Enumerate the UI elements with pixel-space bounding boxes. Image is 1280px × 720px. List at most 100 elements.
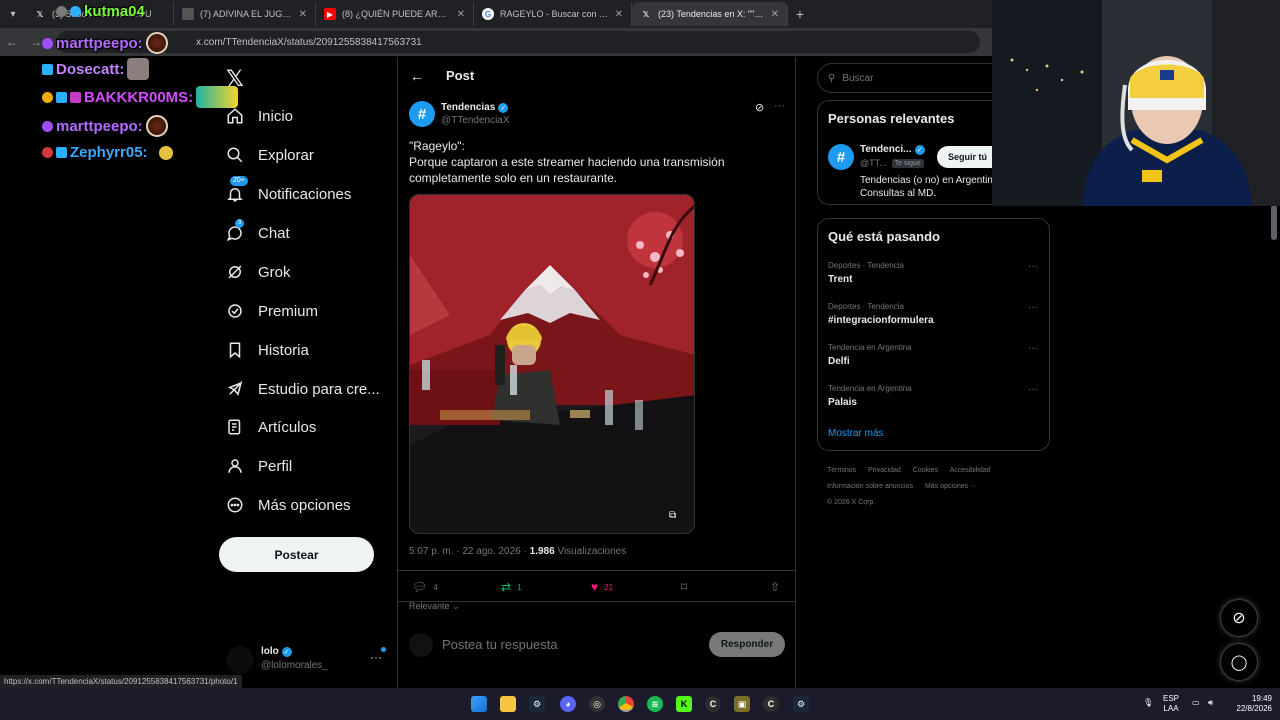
footer-link[interactable]: Privacidad [868,467,901,474]
search-icon [226,146,244,164]
bookmark-icon [226,341,244,359]
more-circle-icon [226,496,244,514]
steam-icon[interactable]: ⚙ [529,696,545,712]
show-more-link[interactable]: Mostrar más [828,428,884,439]
sidebar-item-articulos[interactable]: Artículos [226,418,316,436]
more-icon[interactable]: ··· [774,100,785,112]
trend-item[interactable]: Tendencia en Argentina Delfi ··· [828,343,1038,367]
footer-link[interactable]: Accesibilidad [950,467,991,474]
kick-icon[interactable]: K [676,696,692,712]
tab-search-dropdown[interactable]: ▾ [0,0,26,28]
bell-icon: 20+ [226,176,248,203]
sidebar-item-estudio[interactable]: Estudio para cre... [226,380,380,398]
more-icon[interactable]: ··· [370,650,382,664]
account-switcher[interactable]: lolo ✓ @lolomorales_ ··· [226,642,386,678]
close-icon[interactable]: ✕ [771,9,779,20]
relevant-person-name-text: Tendenci... [860,144,912,155]
ccleaner-icon[interactable]: C [705,696,721,712]
reply-button[interactable]: Responder [709,632,785,657]
verified-icon: ✓ [281,647,292,657]
sidebar-item-premium[interactable]: Premium [226,302,318,320]
sidebar-item-notificaciones[interactable]: 20+ Notificaciones [226,176,351,203]
footer-link[interactable]: Términos [827,467,856,474]
discord-icon[interactable]: ◕ [560,696,576,712]
sidebar-item-chat[interactable]: 3 Chat [226,219,290,242]
sidebar-item-mas-opciones[interactable]: Más opciones [226,496,351,514]
volume-icon[interactable]: 🔊︎ [1208,698,1213,708]
footer-link[interactable]: Más opciones ··· [925,483,977,490]
chat-username: BAKKKR00MS: [84,88,194,106]
close-icon[interactable]: ✕ [299,9,307,20]
sidebar-item-historia[interactable]: Historia [226,341,309,359]
close-icon[interactable]: ✕ [457,9,465,20]
author-handle[interactable]: @TTendenciaX [441,115,510,126]
trend-item[interactable]: Deportes · Tendencia Trent ··· [828,261,1038,285]
ccleaner-icon[interactable]: C [763,696,779,712]
chat-username: Dosecatt: [56,60,125,78]
relevant-person-name[interactable]: Tendenci... ✓ [860,144,925,155]
repost-action[interactable]: ⇄ 1 [501,580,522,594]
sidebar-item-inicio[interactable]: Inicio [226,107,293,125]
chrome-icon[interactable] [618,696,634,712]
reply-sort-dropdown[interactable]: Relevante ⌄ [409,601,460,612]
author-avatar[interactable]: # [409,101,435,127]
link-status-bar: https://x.com/TTendenciaX/status/2091255… [0,675,242,689]
sidebar-item-grok[interactable]: Grok [226,263,291,281]
close-icon[interactable]: ✕ [615,9,623,20]
relevant-person-avatar[interactable]: # [828,144,854,170]
app-icon[interactable]: ◎ [589,696,605,712]
back-arrow-icon[interactable]: ← [410,68,424,84]
photo-alt-icon[interactable]: ⧉ [669,510,676,521]
url-text: x.com/TTendenciaX/status/209125583841756… [196,36,422,48]
chat-line: marttpeepo: [42,32,168,54]
grok-float-button[interactable]: ⊘ [1220,599,1258,637]
language-indicator[interactable]: ESP LAA [1163,694,1179,714]
browser-tab[interactable]: (7) ADIVINA EL JUGADOR EN 3 ✕ [174,2,316,26]
repost-icon: ⇄ [501,580,512,594]
steam-icon[interactable]: ⚙ [793,696,809,712]
trend-item[interactable]: Tendencia en Argentina Palais ··· [828,384,1038,408]
messages-float-button[interactable]: ◯ [1220,643,1258,681]
microphone-icon[interactable]: 🎙︎ [1143,698,1153,708]
chat-badge-icon [56,6,67,17]
file-explorer-icon[interactable] [500,696,516,712]
more-icon[interactable]: ··· [1028,343,1038,354]
bookmark-action[interactable]: ⌑ [681,580,687,594]
post-button[interactable]: Postear [219,537,374,572]
reply-action[interactable]: 💬︎ 4 [412,580,438,594]
app-icon[interactable]: ▣ [734,696,750,712]
tab-title: (8) ¿QUIÉN PUEDE ARMAR EL M [342,9,451,19]
new-tab-button[interactable]: + [788,6,812,22]
like-action[interactable]: ♥ 21 [591,580,613,594]
clock[interactable]: 19:49 22/8/2026 [1230,694,1272,714]
more-icon[interactable]: ··· [1028,384,1038,395]
chat-line: marttpeepo: [42,115,168,137]
reply-icon: 💬︎ [412,580,428,594]
author-name[interactable]: Tendencias ✓ [441,102,509,113]
post-photo[interactable]: ⧉ [409,194,695,534]
browser-tab-active[interactable]: 𝕏 (23) Tendencias en X: ""Rageylo ✕ [632,2,788,26]
share-action[interactable]: ⇧ [770,580,780,594]
more-icon[interactable]: ··· [1028,302,1038,313]
avatar [409,633,433,657]
footer-link[interactable]: Cookies [913,467,938,474]
windows-start-icon[interactable] [471,696,487,712]
webcam-feed [992,0,1280,206]
back-icon[interactable]: ← [0,35,24,49]
chat-badge-icon [70,6,81,17]
trend-item[interactable]: Deportes · Tendencia #integracionformule… [828,302,1038,326]
scrollbar[interactable] [1271,205,1277,240]
spotify-icon[interactable]: ≋ [647,696,663,712]
network-icon[interactable]: ▭ [1192,698,1200,708]
sidebar-item-explorar[interactable]: Explorar [226,146,314,164]
browser-tab[interactable]: ▶ (8) ¿QUIÉN PUEDE ARMAR EL M ✕ [316,2,474,26]
footer-link[interactable]: Información sobre anuncios [827,483,913,490]
footer-links: Términos Privacidad Cookies Accesibilida… [827,463,1037,511]
sidebar-item-perfil[interactable]: Perfil [226,457,292,475]
grok-icon[interactable]: ⊘ [755,101,764,114]
more-icon[interactable]: ··· [1028,261,1038,272]
reply-input[interactable]: Postea tu respuesta [442,637,558,652]
post-timestamp[interactable]: 5:07 p. m. · 22 ago. 2026 · [409,546,530,557]
url-field[interactable]: x.com/TTendenciaX/status/209125583841756… [56,31,980,53]
browser-tab[interactable]: G RAGEYLO - Buscar con Google ✕ [474,2,632,26]
